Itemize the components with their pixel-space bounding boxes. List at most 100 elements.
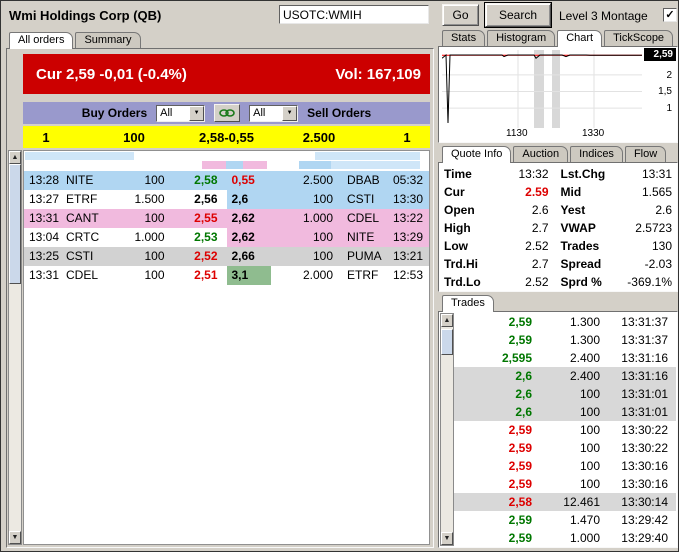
- quote-value: 13:31: [615, 165, 673, 183]
- trade-row[interactable]: 2,5952.40013:31:16: [454, 349, 676, 367]
- tab-all-orders[interactable]: All orders: [9, 32, 73, 49]
- quote-label: Yest: [561, 201, 615, 219]
- sell-orders-label: Sell Orders: [307, 106, 371, 120]
- buy-filter-dropdown[interactable]: All ▼: [156, 105, 205, 122]
- scrollbar-track[interactable]: [441, 327, 453, 532]
- quote-value: 2.6: [491, 201, 549, 219]
- buy-size: 1.500: [116, 190, 175, 209]
- trade-row[interactable]: 2,62.40013:31:16: [454, 367, 676, 385]
- trade-row[interactable]: 2,5812.46113:30:14: [454, 493, 676, 511]
- tab-tickscope[interactable]: TickScope: [604, 30, 673, 46]
- buy-time: 13:04: [24, 228, 66, 247]
- trades-scrollbar[interactable]: ▲ ▼: [440, 313, 454, 546]
- quote-row: Cur2.59Mid1.565: [439, 183, 677, 201]
- trade-row[interactable]: 2,610013:31:01: [454, 403, 676, 421]
- order-book-row[interactable]: 13:31CANT1002,552,621.000CDEL13:22: [24, 209, 429, 228]
- order-book-row[interactable]: 13:27ETRF1.5002,562,6100CSTI13:30: [24, 190, 429, 209]
- window-title: Wmi Holdings Corp (QB): [9, 8, 161, 23]
- tab-stats[interactable]: Stats: [442, 30, 485, 46]
- trade-price: 2,6: [454, 403, 532, 421]
- trade-row[interactable]: 2,591.30013:31:37: [454, 331, 676, 349]
- sell-mm: DBAB: [337, 171, 385, 190]
- buy-mm: NITE: [66, 171, 116, 190]
- quote-label: Sprd %: [561, 273, 615, 291]
- go-button[interactable]: Go: [442, 4, 479, 26]
- sell-price: 3,1: [227, 266, 271, 285]
- tab-flow[interactable]: Flow: [625, 146, 666, 162]
- sell-mm: CSTI: [337, 190, 385, 209]
- buy-mm: ETRF: [66, 190, 116, 209]
- trade-size: 2.400: [532, 349, 600, 367]
- trade-row[interactable]: 2,591.30013:31:37: [454, 313, 676, 331]
- scrollbar-thumb[interactable]: [9, 164, 21, 284]
- trade-time: 13:30:22: [600, 421, 676, 439]
- order-filter-bar: Buy Orders All ▼ All ▼ Sell Orders: [23, 102, 430, 124]
- buy-time: 13:31: [24, 266, 66, 285]
- order-book-row[interactable]: 13:04CRTC1.0002,532,62100NITE13:29: [24, 228, 429, 247]
- depth-segment: [299, 161, 331, 169]
- sell-side: 2,621.000CDEL13:22: [227, 209, 430, 228]
- trade-price: 2,595: [454, 349, 532, 367]
- order-book-row[interactable]: 13:31CDEL1002,513,12.000ETRF12:53: [24, 266, 429, 285]
- trades-panel: ▲ ▼ 2,591.30013:31:372,591.30013:31:372,…: [438, 311, 678, 548]
- scroll-up-button[interactable]: ▲: [9, 151, 21, 164]
- tab-histogram[interactable]: Histogram: [487, 30, 555, 46]
- trade-row[interactable]: 2,5910013:30:16: [454, 457, 676, 475]
- buy-time: 13:27: [24, 190, 66, 209]
- quote-info-tabs: Quote InfoAuctionIndicesFlow: [442, 145, 668, 162]
- order-book-row[interactable]: 13:25CSTI1002,522,66100PUMA13:21: [24, 247, 429, 266]
- order-book-scrollbar[interactable]: ▲ ▼: [8, 150, 22, 545]
- tab-chart[interactable]: Chart: [557, 30, 602, 47]
- arrow-up-icon: ▲: [12, 154, 19, 161]
- tab-trades[interactable]: Trades: [442, 295, 494, 312]
- chart-panel: 21,51 2,59 11301330: [438, 46, 678, 143]
- scroll-down-button[interactable]: ▼: [9, 531, 21, 544]
- search-button[interactable]: Search: [485, 3, 551, 27]
- chevron-down-icon: ▼: [282, 106, 297, 121]
- depth-segment: [25, 152, 134, 160]
- level3-montage-checkbox[interactable]: ✓: [663, 8, 677, 22]
- scroll-down-button[interactable]: ▼: [441, 532, 453, 545]
- trade-size: 100: [532, 475, 600, 493]
- scrollbar-thumb[interactable]: [441, 329, 453, 355]
- trade-row[interactable]: 2,5910013:30:22: [454, 421, 676, 439]
- trade-size: 2.400: [532, 367, 600, 385]
- sell-time: 13:22: [385, 209, 429, 228]
- trade-row[interactable]: 2,591.00013:29:40: [454, 529, 676, 546]
- tab-indices[interactable]: Indices: [570, 146, 623, 162]
- buy-filter-value: All: [157, 106, 189, 121]
- trades-tabs: Trades: [442, 294, 496, 311]
- order-book-row[interactable]: 13:28NITE1002,580,552.500DBAB05:32: [24, 171, 429, 190]
- scroll-up-button[interactable]: ▲: [441, 314, 453, 327]
- trade-row[interactable]: 2,610013:31:01: [454, 385, 676, 403]
- price-chart-svg: [442, 50, 642, 128]
- trade-size: 1.300: [532, 331, 600, 349]
- sell-filter-dropdown[interactable]: All ▼: [249, 105, 298, 122]
- tab-summary[interactable]: Summary: [75, 32, 140, 48]
- trade-time: 13:29:42: [600, 511, 676, 529]
- quote-value: -2.03: [615, 255, 673, 273]
- depth-segment: [331, 161, 420, 169]
- quote-label: Lst.Chg: [561, 165, 615, 183]
- sell-time: 13:30: [385, 190, 429, 209]
- trade-size: 100: [532, 385, 600, 403]
- buy-mm: CSTI: [66, 247, 116, 266]
- scrollbar-track[interactable]: [9, 164, 21, 531]
- trade-row[interactable]: 2,5910013:30:16: [454, 475, 676, 493]
- left-panel-tabs: All ordersSummary: [9, 31, 143, 48]
- tab-auction[interactable]: Auction: [513, 146, 568, 162]
- trade-time: 13:29:40: [600, 529, 676, 546]
- link-filters-button[interactable]: [214, 104, 240, 122]
- bid-ask-spread: 2,58-0,55: [199, 130, 254, 145]
- trade-price: 2,59: [454, 331, 532, 349]
- volume-text: Vol: 167,109: [335, 66, 421, 83]
- trade-row[interactable]: 2,591.47013:29:42: [454, 511, 676, 529]
- symbol-input[interactable]: [279, 5, 429, 24]
- trade-row[interactable]: 2,5910013:30:22: [454, 439, 676, 457]
- buy-mm: CANT: [66, 209, 116, 228]
- tab-quote-info[interactable]: Quote Info: [442, 146, 511, 163]
- quote-label: High: [444, 219, 491, 237]
- quote-value: 1.565: [615, 183, 673, 201]
- trade-time: 13:31:37: [600, 331, 676, 349]
- quote-info-rows: Time13:32Lst.Chg13:31Cur2.59Mid1.565Open…: [439, 163, 677, 291]
